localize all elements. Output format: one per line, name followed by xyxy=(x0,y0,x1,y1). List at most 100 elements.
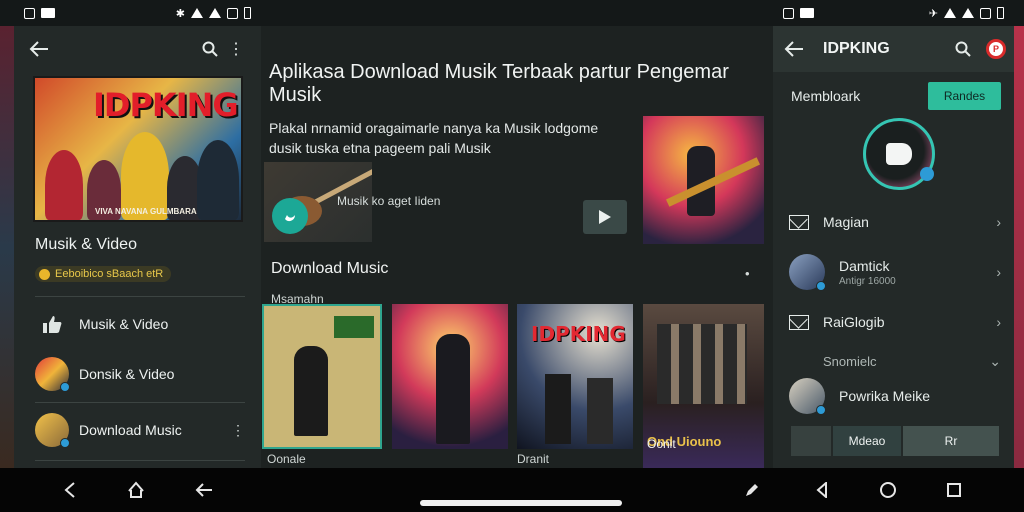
back-arrow-icon[interactable] xyxy=(194,480,214,500)
verified-icon xyxy=(60,438,70,448)
page-description: Plakal nrnamid oragaimarle nanya ka Musi… xyxy=(269,120,599,156)
back-arrow-icon[interactable] xyxy=(781,36,807,62)
bluetooth-icon: ✱ xyxy=(175,7,185,20)
coin-icon xyxy=(39,268,50,280)
verified-icon xyxy=(920,167,934,181)
sim-icon xyxy=(24,7,35,19)
action-button[interactable]: Randes xyxy=(928,82,1001,110)
sim-icon xyxy=(783,7,794,19)
row-sublabel: Antigr 16000 xyxy=(839,275,896,287)
status-bar-right: ✈ xyxy=(773,0,1014,26)
section-title: Musik & Video xyxy=(35,236,137,253)
badge-text: Eeboibico sBaach etR xyxy=(55,268,164,280)
right-panel: IDPKING P Membloark Randes Magian › Damt… xyxy=(773,26,1014,468)
row-magian[interactable]: Magian › xyxy=(789,204,1001,240)
divider xyxy=(35,296,245,297)
contact-row[interactable]: Powrika Meike xyxy=(789,376,1001,416)
app-title: IDPKING xyxy=(823,40,890,57)
search-icon[interactable] xyxy=(950,36,976,62)
verified-icon xyxy=(816,405,826,415)
airplane-icon: ✈ xyxy=(928,7,938,20)
performer-silhouette xyxy=(587,378,613,444)
chevron-right-icon: › xyxy=(996,264,1001,280)
wifi-icon xyxy=(191,8,203,18)
more-icon[interactable]: • xyxy=(745,266,750,281)
back-arrow-icon[interactable] xyxy=(26,36,52,62)
brand-logo-button[interactable] xyxy=(272,198,308,234)
verified-icon xyxy=(60,382,70,392)
search-icon[interactable] xyxy=(197,36,223,62)
no-sim-icon xyxy=(227,7,238,19)
status-badge[interactable]: Eeboibico sBaach etR xyxy=(35,266,172,282)
tab-rr[interactable]: Rr xyxy=(903,426,999,456)
list-item-musik-video[interactable]: Musik & Video xyxy=(35,304,245,344)
tab-mdeao[interactable]: Mdeao xyxy=(833,426,901,456)
battery-icon xyxy=(244,7,251,19)
tile-caption: Oonale xyxy=(267,452,306,466)
left-toolbar: ⋮ xyxy=(14,26,261,72)
home-nav-icon[interactable] xyxy=(126,480,146,500)
main-content: Aplikasa Download Musik Terbaak partur P… xyxy=(261,26,773,469)
featured-concert-image[interactable] xyxy=(643,116,764,244)
photo-icon xyxy=(41,8,55,18)
music-tile[interactable] xyxy=(262,304,382,449)
member-label: Membloark xyxy=(791,88,861,104)
section-title: Download Music xyxy=(271,260,389,277)
performer-silhouette xyxy=(294,346,328,436)
profile-avatar-icon[interactable]: P xyxy=(986,39,1006,59)
list-item-label: Download Music xyxy=(79,422,182,438)
status-bar-left: ✱ xyxy=(14,0,261,26)
video-caption: Musik ko aget Iiden xyxy=(337,194,441,208)
album-poster[interactable]: IDPKING VIVA NAVANA GULMBARA xyxy=(33,76,243,222)
tile-caption: Oonit xyxy=(647,437,676,451)
signal-icon xyxy=(962,8,974,18)
poster-title: IDPKING xyxy=(93,86,239,124)
avatar xyxy=(789,254,826,291)
profile-picture[interactable] xyxy=(863,118,935,190)
chevron-right-icon: › xyxy=(996,214,1001,230)
music-tile[interactable]: IDPKING xyxy=(517,304,633,449)
music-tile[interactable] xyxy=(392,304,508,449)
avatar xyxy=(35,413,70,448)
right-header: IDPKING P xyxy=(773,26,1014,72)
chevron-right-icon: › xyxy=(996,314,1001,330)
signal-icon xyxy=(209,8,221,18)
back-nav-icon[interactable] xyxy=(812,480,832,500)
row-damtick[interactable]: Damtick Antigr 16000 › xyxy=(789,252,1001,292)
overflow-menu-icon[interactable]: ⋮ xyxy=(223,36,249,62)
mail-open-icon xyxy=(789,214,809,230)
row-label: RaiGlogib xyxy=(823,314,885,330)
verified-icon xyxy=(816,281,826,291)
screen: ✱ ✈ ⋮ IDPKING VIVA NAVANA GULMBARA Musik… xyxy=(0,0,1024,512)
divider xyxy=(35,402,245,403)
row-label: Damtick xyxy=(839,257,890,274)
thumbs-up-icon xyxy=(35,307,69,341)
row-raiglogib[interactable]: RaiGlogib › xyxy=(789,304,1001,340)
battery-icon xyxy=(997,7,1004,19)
play-icon xyxy=(599,210,611,224)
list-item-label: Musik & Video xyxy=(79,316,169,332)
overflow-menu-icon[interactable]: ⋮ xyxy=(231,422,245,439)
poster-caption: VIVA NAVANA GULMBARA xyxy=(95,207,197,216)
divider xyxy=(35,460,245,461)
band-silhouettes xyxy=(657,324,747,404)
contact-name: Powrika Meike xyxy=(839,388,931,404)
home-circle-icon[interactable] xyxy=(878,480,898,500)
mail-icon xyxy=(789,314,809,330)
play-button[interactable] xyxy=(583,200,627,234)
list-item-donsik-video[interactable]: Donsik & Video xyxy=(35,354,245,394)
gesture-handle[interactable] xyxy=(420,500,622,506)
avatar xyxy=(789,378,826,415)
wifi-icon xyxy=(944,8,956,18)
recents-icon[interactable] xyxy=(944,480,964,500)
edit-icon[interactable] xyxy=(742,480,762,500)
tile-caption: Dranit xyxy=(517,452,550,466)
row-label: Magian xyxy=(823,214,869,230)
section-label: Snomielc xyxy=(823,353,877,369)
tab-empty[interactable] xyxy=(791,426,831,456)
back-nav-icon[interactable] xyxy=(60,480,80,500)
swirl-icon xyxy=(285,215,295,222)
list-item-download-music[interactable]: Download Music ⋮ xyxy=(35,410,245,450)
section-header[interactable]: Snomielc ⌄ xyxy=(789,348,1001,374)
list-item-label: Donsik & Video xyxy=(79,366,175,382)
